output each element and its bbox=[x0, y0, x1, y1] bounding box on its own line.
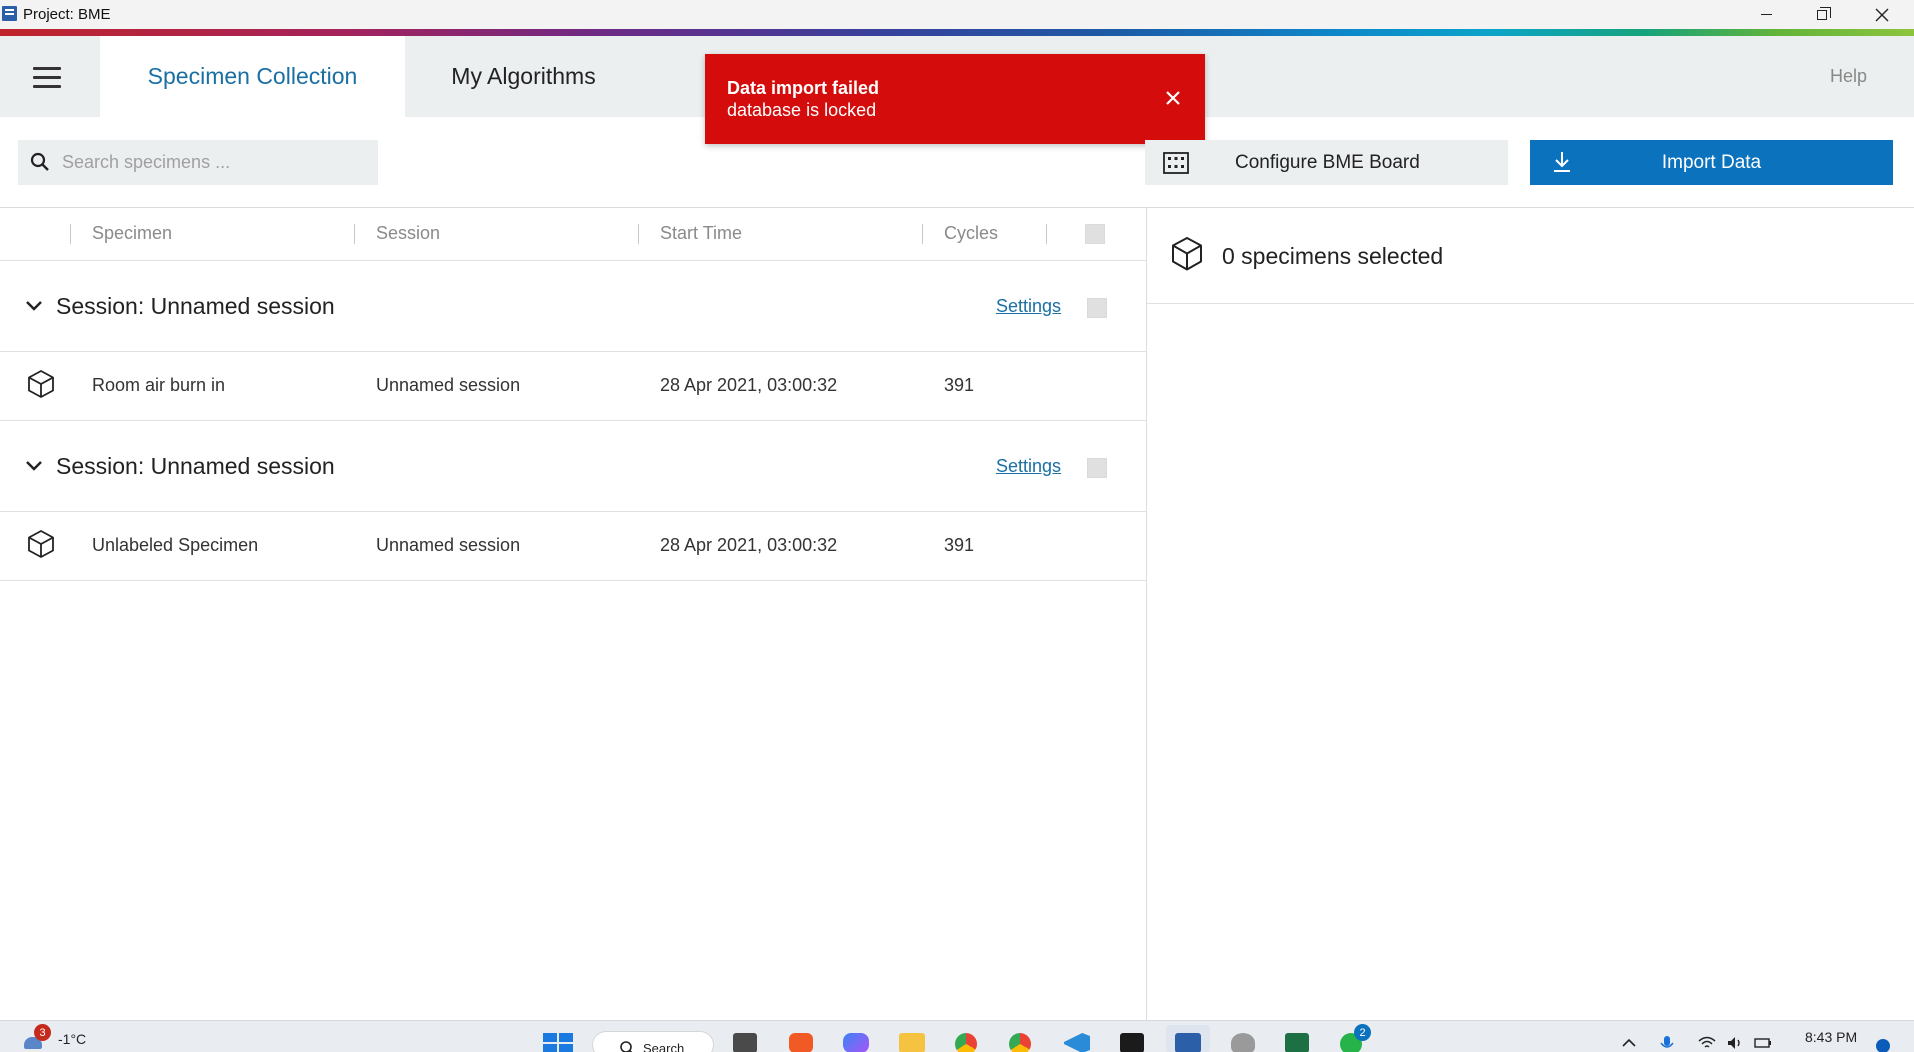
taskbar-clock[interactable]: 8:43 PM bbox=[1805, 1029, 1857, 1045]
cube-icon bbox=[28, 370, 54, 398]
search-icon bbox=[620, 1041, 633, 1052]
configure-button-label: Configure BME Board bbox=[1235, 152, 1420, 173]
bme-app-icon[interactable] bbox=[1175, 1033, 1201, 1052]
configure-bme-board-button[interactable]: Configure BME Board bbox=[1145, 140, 1508, 185]
minimize-button[interactable] bbox=[1738, 0, 1794, 29]
close-icon bbox=[1166, 91, 1180, 105]
specimen-name: Unlabeled Specimen bbox=[92, 535, 259, 555]
specimen-session: Unnamed session bbox=[376, 375, 521, 395]
wifi-icon[interactable] bbox=[1698, 1035, 1716, 1051]
menu-icon bbox=[33, 67, 61, 70]
specimen-cycles: 391 bbox=[944, 535, 975, 555]
session-checkbox[interactable] bbox=[1087, 458, 1107, 478]
toast-message: database is locked bbox=[727, 100, 877, 120]
start-windows-icon[interactable] bbox=[543, 1033, 573, 1052]
brave-browser-icon[interactable] bbox=[789, 1033, 813, 1052]
copilot-icon[interactable] bbox=[843, 1033, 869, 1052]
hamburger-menu-button[interactable] bbox=[28, 64, 68, 92]
task-view-icon[interactable] bbox=[733, 1033, 757, 1052]
restore-icon bbox=[1817, 6, 1831, 20]
taskbar-search-label: Search bbox=[643, 1041, 685, 1052]
whatsapp-badge: 2 bbox=[1354, 1024, 1371, 1041]
specimen-session: Unnamed session bbox=[376, 535, 521, 555]
chevron-down-icon[interactable] bbox=[24, 296, 44, 316]
chrome-profile-1-icon[interactable] bbox=[955, 1033, 977, 1052]
session-group-title: Session: Unnamed session bbox=[56, 293, 335, 319]
board-grid-icon bbox=[1163, 152, 1189, 174]
toast-title: Data import failed bbox=[727, 78, 880, 98]
panel-divider bbox=[1146, 208, 1147, 1020]
search-icon bbox=[30, 152, 49, 171]
select-all-checkbox[interactable] bbox=[1085, 224, 1105, 244]
epic-games-icon[interactable] bbox=[1120, 1033, 1144, 1052]
cube-icon bbox=[1172, 237, 1202, 271]
tab-specimen-collection[interactable]: Specimen Collection bbox=[100, 36, 405, 117]
notification-icon[interactable] bbox=[1876, 1039, 1890, 1052]
weather-temperature[interactable]: -1°C bbox=[58, 1031, 86, 1047]
session-checkbox[interactable] bbox=[1087, 298, 1107, 318]
weather-badge: 3 bbox=[34, 1024, 51, 1041]
taskbar-search[interactable]: Search bbox=[592, 1031, 714, 1052]
column-header-start-time[interactable]: Start Time bbox=[660, 223, 742, 244]
tab-my-algorithms[interactable]: My Algorithms bbox=[410, 36, 637, 117]
close-icon bbox=[1875, 8, 1889, 21]
import-data-button[interactable]: Import Data bbox=[1530, 140, 1893, 185]
error-toast: Data import failed database is locked bbox=[705, 54, 1205, 144]
microphone-icon[interactable] bbox=[1658, 1035, 1676, 1051]
brand-color-strip bbox=[0, 29, 1914, 36]
selection-divider bbox=[1147, 303, 1914, 304]
maximize-button[interactable] bbox=[1794, 0, 1850, 29]
session-settings-link[interactable]: Settings bbox=[996, 456, 1061, 477]
specimen-cycles: 391 bbox=[944, 375, 975, 395]
column-header-cycles[interactable]: Cycles bbox=[944, 223, 998, 244]
session-group-title: Session: Unnamed session bbox=[56, 453, 335, 479]
battery-icon[interactable] bbox=[1754, 1035, 1772, 1051]
toast-close-button[interactable] bbox=[1159, 84, 1187, 112]
search-box bbox=[18, 140, 378, 185]
volume-icon[interactable] bbox=[1726, 1035, 1744, 1051]
chevron-up-icon[interactable] bbox=[1620, 1035, 1638, 1051]
column-header-specimen[interactable]: Specimen bbox=[92, 223, 172, 244]
database-icon[interactable] bbox=[1231, 1033, 1255, 1052]
minimize-icon bbox=[1760, 14, 1772, 15]
title-bar: Project: BME bbox=[0, 0, 1914, 29]
file-explorer-icon[interactable] bbox=[899, 1033, 925, 1052]
specimen-start-time: 28 Apr 2021, 03:00:32 bbox=[660, 535, 838, 555]
specimen-start-time: 28 Apr 2021, 03:00:32 bbox=[660, 375, 838, 395]
specimen-name: Room air burn in bbox=[92, 375, 226, 395]
excel-icon[interactable] bbox=[1285, 1033, 1309, 1052]
window-title: Project: BME bbox=[23, 6, 111, 23]
search-input[interactable] bbox=[62, 140, 368, 185]
app-icon bbox=[2, 6, 17, 21]
column-header-session[interactable]: Session bbox=[376, 223, 440, 244]
close-window-button[interactable] bbox=[1854, 0, 1910, 29]
taskbar: 3 -1°C Search 2 8:43 PM bbox=[0, 1020, 1914, 1052]
help-link[interactable]: Help bbox=[1830, 66, 1867, 87]
selection-summary: 0 specimens selected bbox=[1222, 243, 1444, 269]
chrome-profile-2-icon[interactable] bbox=[1009, 1033, 1031, 1052]
chevron-down-icon[interactable] bbox=[24, 456, 44, 476]
vscode-icon[interactable] bbox=[1064, 1033, 1090, 1052]
session-settings-link[interactable]: Settings bbox=[996, 296, 1061, 317]
import-button-label: Import Data bbox=[1661, 152, 1762, 173]
toolbar-divider bbox=[0, 207, 1914, 208]
cube-icon bbox=[28, 530, 54, 558]
